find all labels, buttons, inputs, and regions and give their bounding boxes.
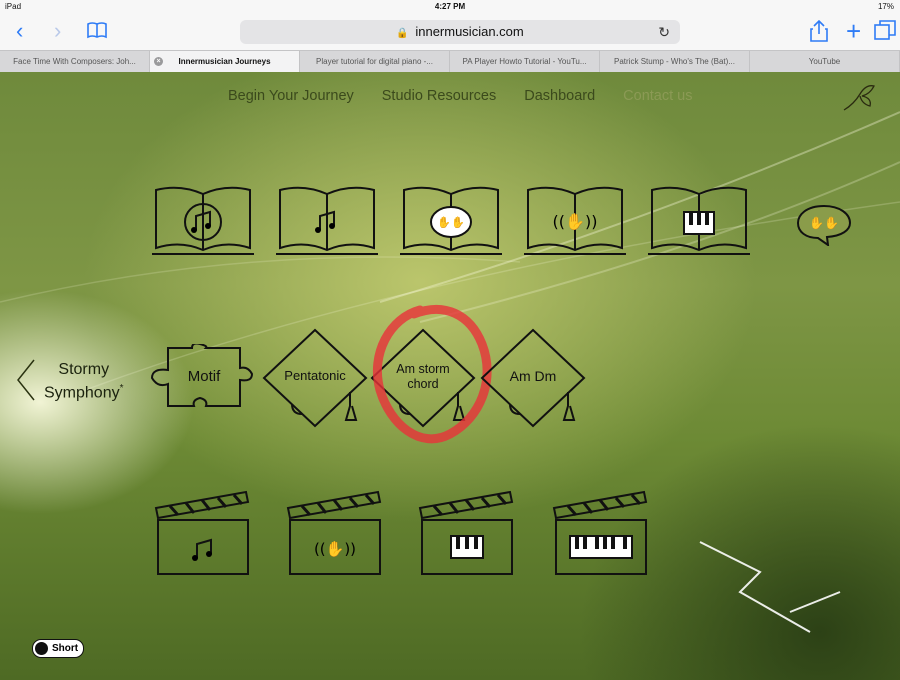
short-toggle[interactable]: Short	[32, 639, 84, 658]
new-tab-icon[interactable]: +	[846, 18, 861, 44]
clock: 4:27 PM	[434, 2, 466, 11]
reload-icon[interactable]: ↻	[658, 20, 670, 44]
tab-youtube[interactable]: YouTube	[750, 51, 900, 72]
book-hands-bubble-icon[interactable]: ✋✋	[398, 182, 504, 256]
address-bar[interactable]: 🔒 innermusician.com ↻	[240, 20, 680, 44]
tab-pa-player[interactable]: PA Player Howto Tutorial - YouTu...	[450, 51, 600, 72]
tab-label: PA Player Howto Tutorial - YouTu...	[462, 57, 587, 66]
tab-facetime[interactable]: Face Time With Composers: Joh...	[0, 51, 150, 72]
lesson-motif[interactable]: Motif	[148, 342, 260, 410]
tab-label: YouTube	[808, 57, 841, 66]
close-tab-icon[interactable]: ×	[154, 57, 163, 66]
tab-label: Innermusician Journeys	[178, 57, 271, 66]
tab-player-tutorial[interactable]: Player tutorial for digital piano -...	[300, 51, 450, 72]
journey-title-line1: Stormy	[58, 361, 110, 378]
journey-title-mark: *	[119, 383, 124, 394]
svg-text:((✋)): ((✋))	[314, 540, 356, 558]
toggle-label: Short	[52, 643, 79, 654]
clapper-music-note-icon[interactable]	[150, 488, 254, 578]
lesson-label: Pentatonic	[284, 368, 346, 383]
nav-dashboard[interactable]: Dashboard	[524, 88, 595, 104]
status-bar: iPad 4:27 PM 17%	[0, 0, 900, 14]
lesson-am-dm[interactable]: Am Dm	[480, 328, 586, 428]
nav-contact-us[interactable]: Contact us	[623, 88, 692, 104]
tab-label: Patrick Stump - Who's The (Bat)...	[614, 57, 735, 66]
lesson-label: Motif	[187, 368, 221, 385]
previous-journey-icon[interactable]	[14, 358, 38, 402]
nav-studio-resources[interactable]: Studio Resources	[382, 88, 496, 104]
tab-label: Player tutorial for digital piano -...	[316, 57, 433, 66]
butterfly-logo-icon[interactable]	[840, 80, 880, 116]
tab-patrick-stump[interactable]: Patrick Stump - Who's The (Bat)...	[600, 51, 750, 72]
tabs-overview-icon[interactable]	[874, 20, 896, 46]
battery-label: 17%	[877, 2, 894, 11]
lock-icon: 🔒	[396, 28, 409, 39]
hands-bubble-icon[interactable]: ✋✋	[794, 202, 854, 246]
svg-text:((✋)): ((✋))	[553, 212, 598, 231]
book-piano-keys-icon[interactable]	[646, 182, 752, 256]
tab-innermusician[interactable]: × Innermusician Journeys	[150, 51, 300, 72]
web-page: Begin Your Journey Studio Resources Dash…	[0, 72, 900, 680]
journey-title: Stormy Symphony*	[44, 360, 124, 402]
lesson-pentatonic[interactable]: Pentatonic	[262, 328, 368, 428]
share-icon[interactable]	[810, 19, 828, 48]
bookmarks-icon[interactable]	[86, 20, 108, 46]
back-icon[interactable]: ‹	[16, 18, 23, 44]
tab-label: Face Time With Composers: Joh...	[13, 57, 136, 66]
forward-icon[interactable]: ›	[54, 18, 61, 44]
svg-text:✋✋: ✋✋	[437, 216, 464, 229]
lesson-label: Am Dm	[509, 368, 557, 384]
clapper-hands-waves-icon[interactable]: ((✋))	[282, 488, 386, 578]
book-music-note-bubble-icon[interactable]	[150, 182, 256, 256]
tab-strip: Face Time With Composers: Joh... × Innerm…	[0, 50, 900, 73]
toggle-knob	[35, 642, 48, 655]
url-text: innermusician.com	[415, 24, 524, 39]
svg-text:✋✋: ✋✋	[809, 216, 839, 230]
book-music-note-icon[interactable]	[274, 182, 380, 256]
clapper-piano-keys-large-icon[interactable]	[548, 482, 652, 578]
clapper-piano-keys-icon[interactable]	[414, 488, 518, 578]
book-hands-waves-icon[interactable]: ((✋))	[522, 182, 628, 256]
browser-toolbar: ‹ › 🔒 innermusician.com ↻ +	[0, 14, 900, 50]
journey-title-line2: Symphony	[44, 384, 120, 402]
site-nav: Begin Your Journey Studio Resources Dash…	[228, 88, 692, 104]
nav-begin-journey[interactable]: Begin Your Journey	[228, 88, 354, 104]
